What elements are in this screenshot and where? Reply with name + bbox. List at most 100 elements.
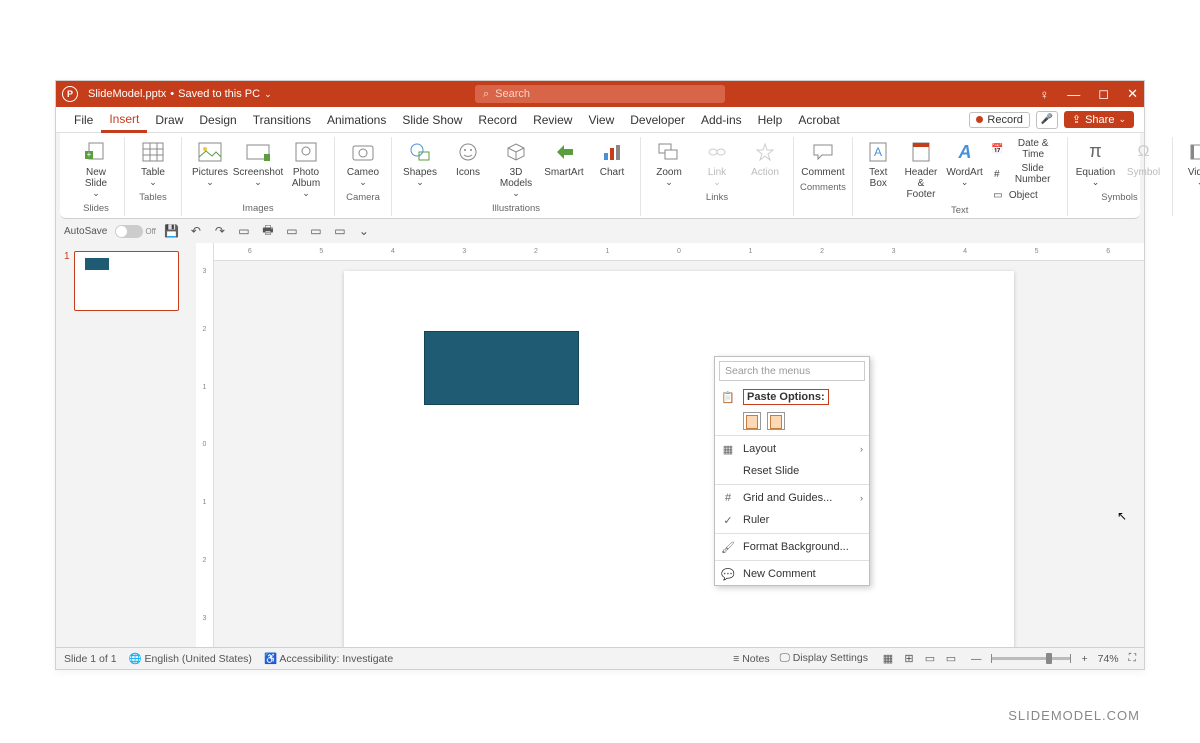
tab-review[interactable]: Review: [525, 107, 580, 133]
powerpoint-icon: P: [62, 86, 78, 102]
photo-album-button[interactable]: Photo Album⌄: [284, 137, 328, 201]
zoom-slider[interactable]: [991, 657, 1071, 660]
comment-icon: 💬: [721, 567, 735, 581]
tab-acrobat[interactable]: Acrobat: [790, 107, 847, 133]
zoom-in-button[interactable]: +: [1081, 653, 1087, 665]
tab-design[interactable]: Design: [191, 107, 244, 133]
save-icon[interactable]: 💾: [164, 223, 180, 239]
slide-canvas[interactable]: Search the menus 📋 Paste Options: ↖ ▦Lay…: [344, 271, 1014, 647]
autosave-toggle[interactable]: [115, 225, 143, 238]
datetime-button[interactable]: 📅Date & Time: [989, 137, 1061, 161]
context-search[interactable]: Search the menus: [719, 361, 865, 381]
comment-button[interactable]: Comment: [801, 137, 845, 180]
zoom-button[interactable]: Zoom⌄: [647, 137, 691, 190]
tab-developer[interactable]: Developer: [622, 107, 693, 133]
close-button[interactable]: ✕: [1127, 86, 1138, 102]
zoom-level[interactable]: 74%: [1098, 653, 1119, 665]
chevron-down-icon[interactable]: ⌄: [264, 89, 272, 100]
qat-dropdown-icon[interactable]: ⌄: [356, 223, 372, 239]
slide-thumbnail-1[interactable]: [74, 251, 179, 311]
search-box[interactable]: ⌕ Search: [475, 85, 725, 103]
mic-button[interactable]: 🎤: [1036, 111, 1058, 129]
normal-view-icon[interactable]: ▦: [878, 651, 898, 667]
wordart-button[interactable]: AWordArt⌄: [944, 137, 985, 190]
title-text: SlideModel.pptx • Saved to this PC ⌄: [88, 88, 272, 100]
sorter-view-icon[interactable]: ⊞: [899, 651, 919, 667]
tab-animations[interactable]: Animations: [319, 107, 394, 133]
tab-record[interactable]: Record: [470, 107, 525, 133]
pictures-button[interactable]: Pictures⌄: [188, 137, 232, 190]
rectangle-shape[interactable]: [424, 331, 579, 405]
chevron-right-icon: ›: [860, 493, 863, 503]
action-icon: [752, 139, 778, 165]
language-selector[interactable]: 🌐 English (United States): [129, 652, 252, 665]
header-footer-button[interactable]: Header & Footer: [902, 137, 941, 202]
cameo-button[interactable]: Cameo⌄: [341, 137, 385, 190]
slide-counter[interactable]: Slide 1 of 1: [64, 653, 117, 665]
lightbulb-icon[interactable]: ♀: [1040, 87, 1050, 102]
group-images: Pictures⌄ Screenshot⌄ Photo Album⌄ Image…: [182, 137, 335, 216]
chart-button[interactable]: Chart: [590, 137, 634, 180]
tab-transitions[interactable]: Transitions: [245, 107, 319, 133]
qat-new-slide-icon[interactable]: ▭: [236, 223, 252, 239]
table-button[interactable]: Table⌄: [131, 137, 175, 190]
quick-access-toolbar: AutoSave Off 💾 ↶ ↷ ▭ 🖶 ▭ ▭ ▭ ⌄: [56, 219, 1144, 243]
reading-view-icon[interactable]: ▭: [920, 651, 940, 667]
textbox-button[interactable]: AText Box: [859, 137, 898, 191]
screenshot-button[interactable]: Screenshot⌄: [236, 137, 280, 190]
smartart-icon: [551, 139, 577, 165]
svg-text:+: +: [87, 150, 92, 159]
slidenumber-button[interactable]: #Slide Number: [989, 162, 1061, 186]
check-icon: ✓: [721, 513, 735, 527]
save-status: Saved to this PC: [178, 88, 260, 100]
wordart-icon: A: [952, 139, 978, 165]
tab-slideshow[interactable]: Slide Show: [394, 107, 470, 133]
reset-slide-menu[interactable]: Reset Slide: [715, 460, 869, 482]
shapes-button[interactable]: Shapes⌄: [398, 137, 442, 190]
layout-menu[interactable]: ▦Layout›: [715, 438, 869, 460]
paste-picture-icon[interactable]: [767, 412, 785, 430]
cameo-icon: [350, 139, 376, 165]
ruler-menu[interactable]: ✓Ruler: [715, 509, 869, 531]
record-button[interactable]: Record: [969, 112, 1029, 128]
3d-models-button[interactable]: 3D Models⌄: [494, 137, 538, 201]
paste-dest-theme-icon[interactable]: [743, 412, 761, 430]
display-settings-button[interactable]: 🖵 Display Settings: [780, 652, 868, 665]
accessibility-status[interactable]: ♿ Accessibility: Investigate: [264, 652, 393, 665]
notes-button[interactable]: ≡ Notes: [733, 653, 769, 665]
tab-help[interactable]: Help: [750, 107, 791, 133]
tab-addins[interactable]: Add-ins: [693, 107, 750, 133]
tab-file[interactable]: File: [66, 107, 101, 133]
qat-icon[interactable]: ▭: [308, 223, 324, 239]
icons-button[interactable]: Icons: [446, 137, 490, 180]
zoom-icon: [656, 139, 682, 165]
header-icon: [908, 139, 934, 165]
video-icon: [1188, 139, 1200, 165]
tab-draw[interactable]: Draw: [147, 107, 191, 133]
qat-icon[interactable]: ▭: [332, 223, 348, 239]
minimize-button[interactable]: —: [1067, 87, 1080, 102]
tab-view[interactable]: View: [580, 107, 622, 133]
equation-button[interactable]: πEquation⌄: [1074, 137, 1118, 190]
photo-album-icon: [293, 139, 319, 165]
print-icon[interactable]: 🖶: [260, 223, 276, 239]
fit-window-icon[interactable]: ⛶: [1129, 652, 1136, 665]
autosave-label: AutoSave: [64, 226, 107, 237]
new-comment-menu[interactable]: 💬New Comment: [715, 563, 869, 585]
format-background-menu[interactable]: 🖌Format Background...: [715, 536, 869, 558]
maximize-button[interactable]: ◻: [1098, 86, 1109, 102]
statusbar: Slide 1 of 1 🌐 English (United States) ♿…: [56, 647, 1144, 669]
video-button[interactable]: Video⌄: [1179, 137, 1200, 190]
redo-icon[interactable]: ↷: [212, 223, 228, 239]
object-button[interactable]: ▭Object: [989, 187, 1040, 203]
action-button: Action: [743, 137, 787, 180]
share-button[interactable]: ⇪Share⌄: [1064, 111, 1134, 128]
grid-guides-menu[interactable]: #Grid and Guides...›: [715, 487, 869, 509]
zoom-out-button[interactable]: —: [971, 653, 982, 665]
tab-insert[interactable]: Insert: [101, 107, 147, 133]
new-slide-button[interactable]: +New Slide⌄: [74, 137, 118, 201]
qat-icon[interactable]: ▭: [284, 223, 300, 239]
undo-icon[interactable]: ↶: [188, 223, 204, 239]
slideshow-view-icon[interactable]: ▭: [941, 651, 961, 667]
smartart-button[interactable]: SmartArt: [542, 137, 586, 180]
